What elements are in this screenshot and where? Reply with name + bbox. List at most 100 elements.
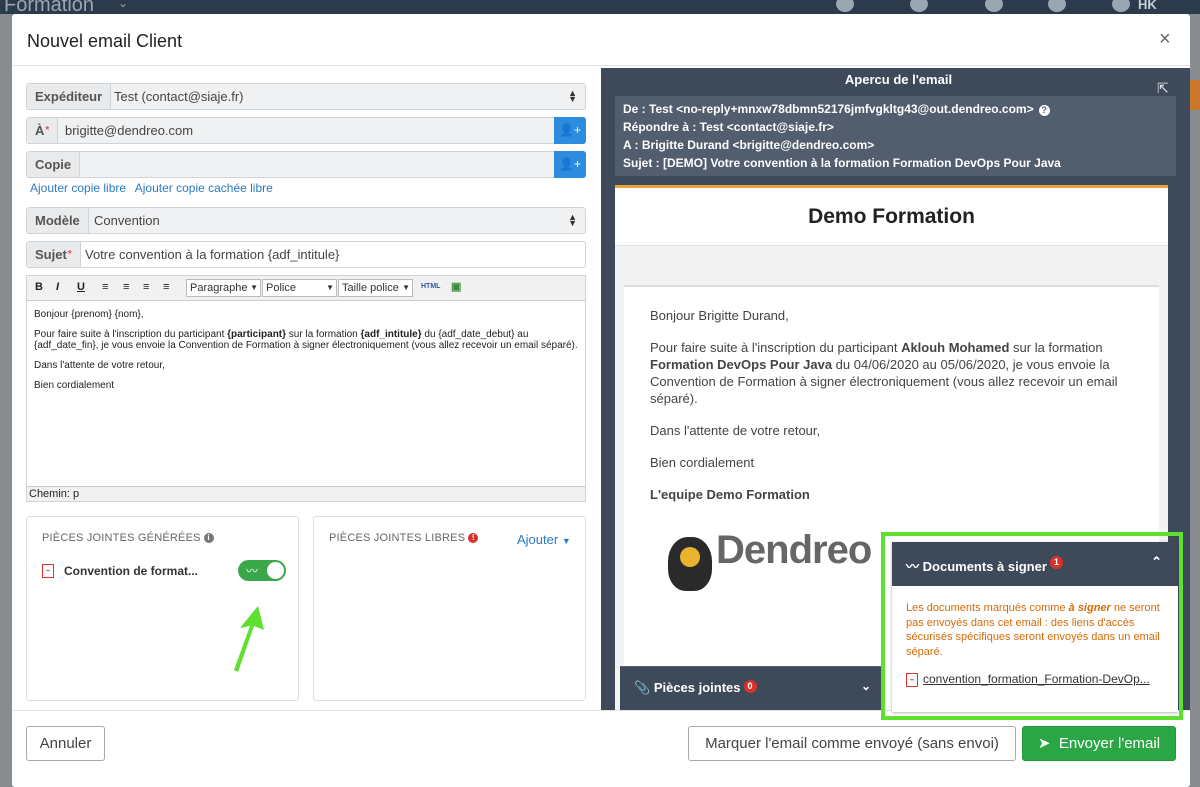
megaphone-icon[interactable]: [910, 0, 928, 12]
from-text: De : Test <no-reply+mnxw78dbmn52176jmfvg…: [623, 102, 1034, 116]
preview-title: Apercu de l'email: [844, 72, 953, 87]
add-label: Ajouter: [517, 532, 559, 547]
text: Pour faire suite à l'inscription du part…: [650, 340, 902, 355]
align-justify-icon[interactable]: ≡: [163, 281, 169, 293]
add-user-icon: 👤+: [559, 157, 581, 171]
add-bcc-link[interactable]: Ajouter copie cachée libre: [135, 181, 273, 195]
generated-attachment-item[interactable]: Convention de format...: [64, 564, 198, 578]
free-attachments-title: PIÈCES JOINTES LIBRES!: [329, 532, 479, 544]
editor-content[interactable]: Bonjour {prenom} {nom}, Pour faire suite…: [34, 309, 579, 400]
attachments-count-badge: 0: [743, 680, 757, 693]
editor-paragraph-3: Bien cordialement: [34, 380, 115, 391]
align-center-icon[interactable]: ≡: [123, 281, 129, 293]
title-text: PIÈCES JOINTES LIBRES: [329, 532, 466, 544]
training-name: Formation DevOps Pour Java: [650, 357, 833, 372]
subject-field[interactable]: Sujet* Votre convention à la formation {…: [26, 241, 586, 268]
signature-icon: 〰: [246, 564, 259, 578]
template-label: Modèle: [27, 208, 89, 233]
font-select[interactable]: Police ▼: [262, 279, 337, 297]
add-recipient-button[interactable]: 👤+: [554, 117, 586, 144]
chevron-down-icon[interactable]: ⌄: [861, 679, 871, 693]
to-label-text: À: [35, 123, 45, 138]
caret-down-icon: ▼: [561, 536, 571, 546]
bold-button[interactable]: B: [35, 281, 43, 293]
background-accent: [1190, 80, 1200, 110]
gear-icon[interactable]: [1048, 0, 1066, 12]
preview-paragraph-2: Dans l'attente de votre retour,: [650, 423, 821, 438]
chevron-down-icon[interactable]: ⌄: [118, 0, 128, 10]
placeholder-intitule: {adf_intitule}: [360, 329, 422, 340]
subject-value[interactable]: Votre convention à la formation {adf_int…: [85, 242, 339, 267]
rich-text-editor[interactable]: B I U ≡ ≡ ≡ ≡ Paragraphe ▼ Police ▼ Taille…: [26, 275, 586, 502]
align-left-icon[interactable]: ≡: [102, 281, 108, 293]
preview-subject: Sujet : [DEMO] Votre convention à la for…: [623, 156, 1061, 170]
editor-greeting: Bonjour {prenom} {nom},: [34, 309, 144, 320]
required-mark: *: [45, 125, 50, 136]
to-value[interactable]: brigitte@dendreo.com: [65, 118, 193, 143]
cancel-button[interactable]: Annuler: [26, 726, 105, 761]
subject-label-text: Sujet: [35, 247, 67, 262]
preview-from: De : Test <no-reply+mnxw78dbmn52176jmfvg…: [623, 100, 1168, 118]
help-icon[interactable]: [985, 0, 1003, 12]
app-name[interactable]: Formation: [4, 0, 94, 14]
send-email-button[interactable]: ➤ Envoyer l'email: [1022, 726, 1176, 761]
mark-sent-button[interactable]: Marquer l'email comme envoyé (sans envoi…: [688, 726, 1016, 761]
font-value: Police: [266, 282, 296, 294]
to-field[interactable]: À* brigitte@dendreo.com 👤+: [26, 117, 586, 144]
preview-to: A : Brigitte Durand <brigitte@dendreo.co…: [623, 138, 875, 152]
preview-attachments-label: 📎 Pièces jointes 0: [634, 680, 757, 696]
help-icon[interactable]: ?: [1038, 105, 1050, 116]
template-select[interactable]: Modèle Convention ▲ ▼: [26, 207, 586, 234]
placeholder-participant: {participant}: [227, 329, 287, 340]
cc-links: Ajouter copie libre Ajouter copie cachée…: [30, 181, 279, 195]
info-icon[interactable]: i: [203, 533, 214, 544]
preview-brand: Demo Formation: [615, 188, 1168, 246]
sender-value[interactable]: Test (contact@siaje.fr): [114, 84, 244, 109]
size-select[interactable]: Taille police ▼: [338, 279, 413, 297]
background-right: [1190, 14, 1200, 787]
add-cc-button[interactable]: 👤+: [554, 151, 586, 178]
pdf-icon: ⌁: [42, 564, 54, 578]
dropdown-arrow-icon: ▼: [250, 283, 258, 292]
template-value[interactable]: Convention: [94, 208, 160, 233]
cc-field[interactable]: Copie 👤+: [26, 151, 586, 178]
preview-attachments-panel[interactable]: 📎 Pièces jointes 0 ⌄: [620, 666, 885, 710]
add-user-icon: 👤+: [559, 123, 581, 137]
dropdown-arrow-icon: ▼: [402, 283, 410, 292]
preview-header: De : Test <no-reply+mnxw78dbmn52176jmfvg…: [615, 96, 1176, 176]
select-arrows-icon[interactable]: ▲ ▼: [568, 89, 577, 104]
add-cc-link[interactable]: Ajouter copie libre: [30, 181, 126, 195]
highlight-box: [881, 532, 1183, 720]
sign-toggle[interactable]: 〰: [238, 560, 286, 581]
subject-label: Sujet*: [27, 242, 81, 267]
messages-icon[interactable]: [836, 0, 854, 12]
add-attachment-dropdown[interactable]: Ajouter ▼: [517, 532, 571, 547]
paperclip-icon: 📎: [634, 680, 651, 695]
paper-plane-icon: ➤: [1037, 735, 1051, 752]
user-initials[interactable]: HK: [1138, 0, 1157, 12]
sender-select[interactable]: Expéditeur Test (contact@siaje.fr) ▲ ▼: [26, 83, 586, 110]
select-arrows-icon[interactable]: ▲ ▼: [568, 213, 577, 228]
toggle-knob: [267, 562, 284, 579]
cc-label: Copie: [27, 152, 81, 177]
alert-icon[interactable]: !: [468, 533, 479, 544]
text: sur la formation: [1009, 340, 1103, 355]
user-icon[interactable]: [1112, 0, 1130, 12]
close-icon[interactable]: ×: [1159, 28, 1171, 51]
dendreo-logo: Dendreo: [716, 528, 872, 572]
background-left: [0, 14, 12, 787]
html-button[interactable]: HTML: [421, 283, 440, 290]
underline-button[interactable]: U: [77, 281, 85, 293]
label-text: Pièces jointes: [653, 680, 741, 695]
italic-button[interactable]: I: [56, 281, 59, 293]
external-link-icon[interactable]: ⇱: [1157, 80, 1169, 97]
editor-toolbar: B I U ≡ ≡ ≡ ≡ Paragraphe ▼ Police ▼ Taille…: [27, 276, 585, 301]
format-select[interactable]: Paragraphe ▼: [186, 279, 261, 297]
align-right-icon[interactable]: ≡: [143, 281, 149, 293]
generated-attachments-title: PIÈCES JOINTES GÉNÉRÉES i: [42, 532, 214, 544]
to-label: À*: [27, 118, 59, 143]
preview-reply-to: Répondre à : Test <contact@siaje.fr>: [623, 120, 834, 134]
dendreo-frog-logo-icon: [668, 537, 712, 591]
image-icon[interactable]: ▣: [451, 280, 461, 293]
format-value: Paragraphe: [190, 282, 248, 294]
